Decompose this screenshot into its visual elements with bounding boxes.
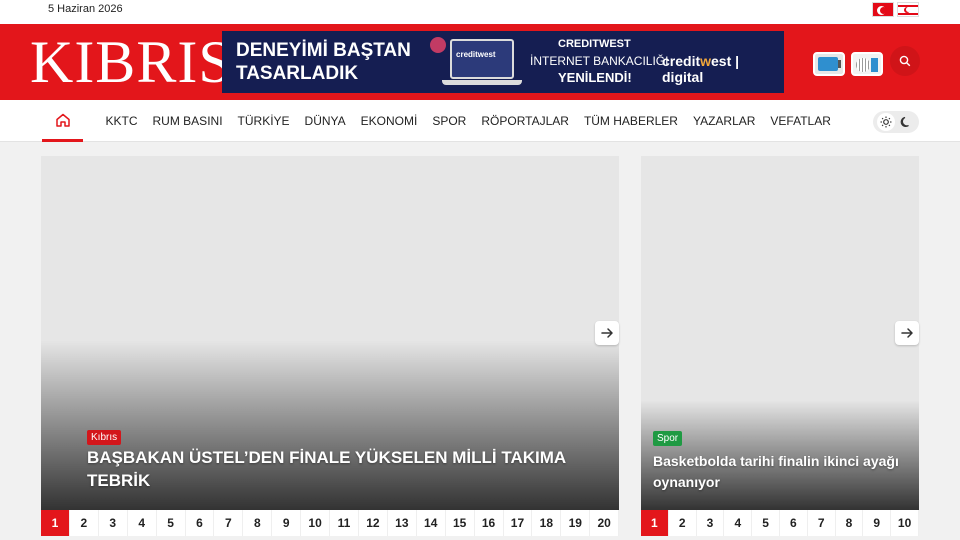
search-icon — [899, 55, 911, 67]
page-number-button[interactable]: 20 — [590, 510, 620, 536]
laptop-image: creditwest — [450, 39, 514, 79]
page-number-button[interactable]: 3 — [99, 510, 128, 536]
nav-item-kktc[interactable]: KKTC — [98, 114, 145, 128]
page-number-button[interactable]: 14 — [417, 510, 446, 536]
page-number-button[interactable]: 2 — [70, 510, 99, 536]
turkey-flag-icon[interactable] — [872, 2, 894, 17]
banner-brand-logo: creditwest | digital — [662, 53, 740, 85]
page-number-button[interactable]: 18 — [532, 510, 562, 536]
page-number-button[interactable]: 6 — [186, 510, 215, 536]
page-number-button[interactable]: 8 — [243, 510, 273, 536]
main-headline[interactable]: BAŞBAKAN ÜSTEL’DEN FİNALE YÜKSELEN MİLLİ… — [87, 446, 587, 492]
page-number-button[interactable]: 1 — [641, 510, 669, 536]
page-number-button[interactable]: 3 — [697, 510, 725, 536]
page-number-button[interactable]: 7 — [214, 510, 244, 536]
page-number-button[interactable]: 11 — [330, 510, 359, 536]
page-number-button[interactable]: 13 — [388, 510, 417, 536]
nav-item-yazarlar[interactable]: YAZARLAR — [685, 114, 762, 128]
ad-banner[interactable]: DENEYİMİ BAŞTAN TASARLADIK creditwest CR… — [222, 31, 784, 93]
page-number-button[interactable]: 5 — [752, 510, 780, 536]
site-header: KIBRIS DENEYİMİ BAŞTAN TASARLADIK credit… — [0, 24, 960, 100]
page-number-button[interactable]: 19 — [561, 510, 591, 536]
page-number-button[interactable]: 10 — [301, 510, 331, 536]
nav-item-ekonomi[interactable]: EKONOMİ — [353, 114, 425, 128]
home-icon — [55, 113, 70, 127]
nav-item-vefatlar[interactable]: VEFATLAR — [763, 114, 838, 128]
page-number-button[interactable]: 6 — [780, 510, 808, 536]
tv-icon[interactable] — [813, 52, 845, 76]
arrow-right-icon — [901, 328, 913, 338]
main-slider-pagination: 1 2 3 4 5 6 7 8 9 10 11 12 13 14 15 16 17 18 19 20 — [41, 510, 620, 536]
search-button[interactable] — [890, 46, 920, 76]
banner-decoration — [430, 37, 446, 53]
top-bar: 5 Haziran 2026 — [0, 0, 960, 24]
home-button[interactable] — [42, 100, 83, 142]
banner-renewed: YENİLENDİ! — [558, 70, 632, 85]
page-number-button[interactable]: 9 — [863, 510, 892, 536]
current-date: 5 Haziran 2026 — [48, 3, 123, 15]
page-number-button[interactable]: 7 — [808, 510, 836, 536]
page-number-button[interactable]: 2 — [669, 510, 697, 536]
radio-icon[interactable] — [851, 52, 883, 76]
banner-headline: DENEYİMİ BAŞTAN TASARLADIK — [236, 40, 411, 84]
side-slider-pagination: 1 2 3 4 5 6 7 8 9 10 — [641, 510, 919, 536]
banner-brand-title: CREDITWEST — [558, 38, 631, 50]
page-number-button[interactable]: 12 — [359, 510, 388, 536]
trnc-flag-icon[interactable] — [897, 2, 919, 17]
category-badge[interactable]: Spor — [653, 431, 683, 446]
nav-item-dunya[interactable]: DÜNYA — [297, 114, 353, 128]
side-news-slider[interactable]: Spor Basketbolda tarihi finalin ikinci a… — [641, 156, 919, 510]
page-number-button[interactable]: 16 — [475, 510, 504, 536]
page-number-button[interactable]: 10 — [891, 510, 919, 536]
page-number-button[interactable]: 9 — [272, 510, 302, 536]
page-number-button[interactable]: 15 — [446, 510, 475, 536]
nav-item-rum-basini[interactable]: RUM BASINI — [145, 114, 230, 128]
main-navigation: KKTC RUM BASINI TÜRKİYE DÜNYA EKONOMİ SP… — [0, 100, 960, 142]
side-slider-next-button[interactable] — [895, 321, 919, 345]
page-number-button[interactable]: 4 — [724, 510, 753, 536]
arrow-right-icon — [601, 328, 613, 338]
main-slider-next-button[interactable] — [595, 321, 619, 345]
nav-item-turkiye[interactable]: TÜRKİYE — [230, 114, 297, 128]
page-number-button[interactable]: 1 — [41, 510, 70, 536]
page-number-button[interactable]: 17 — [504, 510, 533, 536]
main-news-slider[interactable]: Kıbrıs BAŞBAKAN ÜSTEL’DEN FİNALE YÜKSELE… — [41, 156, 619, 510]
site-logo[interactable]: KIBRIS — [30, 32, 233, 92]
sun-icon[interactable] — [877, 113, 895, 131]
side-headline[interactable]: Basketbolda tarihi finalin ikinci ayağı … — [653, 451, 903, 493]
nav-item-tum-haberler[interactable]: TÜM HABERLER — [576, 114, 685, 128]
nav-item-spor[interactable]: SPOR — [425, 114, 474, 128]
theme-toggle[interactable] — [873, 111, 919, 133]
moon-icon[interactable] — [897, 113, 915, 131]
page-number-button[interactable]: 4 — [128, 510, 157, 536]
page-number-button[interactable]: 5 — [157, 510, 186, 536]
category-badge[interactable]: Kıbrıs — [87, 430, 122, 445]
nav-item-roportajlar[interactable]: RÖPORTAJLAR — [474, 114, 577, 128]
banner-subtitle: İNTERNET BANKACILIĞI — [530, 54, 669, 68]
page-number-button[interactable]: 8 — [836, 510, 864, 536]
nav-menu: KKTC RUM BASINI TÜRKİYE DÜNYA EKONOMİ SP… — [98, 100, 838, 142]
